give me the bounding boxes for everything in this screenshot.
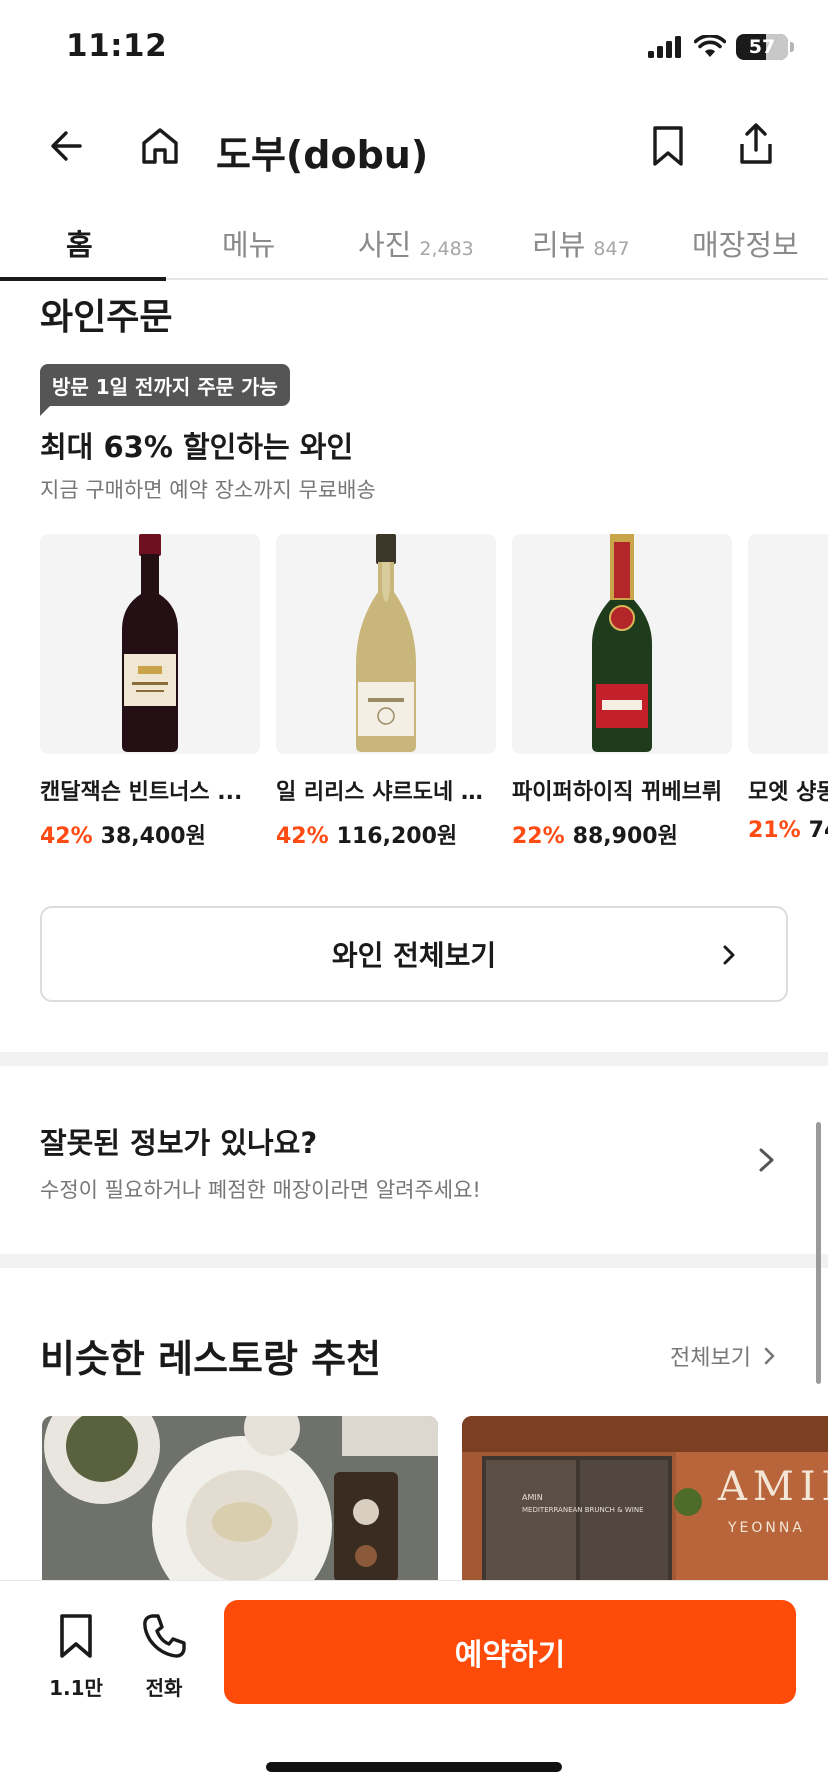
champagne-bottle-icon	[592, 534, 652, 752]
bookmark-icon	[60, 1614, 92, 1658]
wine-name: 모엣 샹동	[748, 780, 828, 805]
price: 116,200원	[336, 824, 458, 849]
bookmark-button[interactable]	[644, 122, 692, 170]
badge-tail	[40, 404, 52, 416]
page-title: 도부(dobu)	[216, 133, 429, 177]
save-count: 1.1만	[49, 1676, 103, 1700]
chevron-right-icon	[723, 945, 735, 965]
wine-headline: 최대 63% 할인하는 와인	[40, 430, 354, 464]
report-subtext: 수정이 필요하거나 폐점한 매장이라면 알려주세요!	[40, 1178, 481, 1202]
recommend-title: 비슷한 레스토랑 추천	[40, 1337, 382, 1381]
wine-card[interactable]: 일 리리스 샤르도네 2... 42% 116,200원	[276, 534, 496, 850]
wine-card[interactable]: 캔달잭슨 빈트너스 ... 42% 38,400원	[40, 534, 260, 850]
battery-level: 57	[748, 36, 776, 58]
wine-image	[40, 534, 260, 754]
chevron-right-icon	[759, 1148, 774, 1172]
tab-label: 메뉴	[222, 228, 276, 262]
food-plates-image	[42, 1416, 438, 1582]
wine-name: 일 리리스 샤르도네 2...	[276, 780, 496, 805]
sign-location-text: YEONNA	[727, 1520, 805, 1536]
discount-rate: 22%	[512, 824, 565, 849]
call-button[interactable]: 전화	[138, 1610, 190, 1701]
discount-rate: 42%	[40, 824, 93, 849]
order-deadline-badge: 방문 1일 전까지 주문 가능	[40, 364, 290, 406]
red-wine-bottle-icon	[122, 534, 178, 752]
tab-label: 홈	[66, 228, 93, 262]
see-all-wine-button[interactable]: 와인 전체보기	[40, 906, 788, 1002]
wine-card[interactable]: 모엣 샹동 21% 74,	[748, 534, 828, 843]
tab-count: 847	[593, 238, 630, 260]
wifi-icon	[694, 35, 726, 57]
tab-photos[interactable]: 사진 2,483	[358, 222, 474, 264]
bookmark-icon	[653, 126, 683, 166]
wine-price-row: 42% 38,400원	[40, 818, 260, 850]
report-title: 잘못된 정보가 있나요?	[40, 1126, 318, 1160]
wine-image	[512, 534, 732, 754]
battery-nub	[790, 42, 794, 52]
wine-image	[748, 534, 828, 754]
wine-price-row: 22% 88,900원	[512, 818, 732, 850]
section-divider	[0, 1254, 828, 1268]
tab-active-indicator	[0, 277, 166, 281]
home-icon	[142, 128, 178, 164]
sign-subtext: MEDITERRANEAN BRUNCH & WINE	[522, 1506, 644, 1514]
reserve-button[interactable]: 예약하기	[224, 1600, 796, 1704]
tab-label: 사진	[358, 228, 412, 262]
tab-count: 2,483	[419, 238, 474, 260]
see-all-label: 전체보기	[670, 1346, 751, 1371]
wine-subtext: 지금 구매하면 예약 장소까지 무료배송	[40, 478, 376, 502]
discount-rate: 42%	[276, 824, 329, 849]
status-icons: 57	[648, 34, 794, 60]
tab-menu[interactable]: 메뉴	[222, 222, 275, 264]
restaurant-card-image[interactable]	[42, 1416, 438, 1582]
wine-price-row: 21% 74,	[748, 818, 828, 843]
tab-store-info[interactable]: 매장정보	[692, 222, 799, 264]
white-wine-bottle-icon	[356, 534, 416, 752]
sign-large-text: AMIN	[717, 1464, 828, 1510]
section-divider	[0, 1052, 828, 1066]
tab-reviews[interactable]: 리뷰 847	[532, 222, 630, 264]
call-label: 전화	[145, 1676, 183, 1700]
battery-icon: 57	[736, 34, 788, 60]
recommend-see-all[interactable]: 전체보기	[670, 1340, 779, 1372]
chevron-right-icon	[764, 1347, 775, 1365]
wine-name: 캔달잭슨 빈트너스 ...	[40, 780, 243, 805]
back-button[interactable]	[46, 122, 94, 170]
scrollbar[interactable]	[816, 1122, 821, 1384]
share-button[interactable]	[732, 120, 780, 168]
arrow-left-icon	[51, 131, 82, 161]
see-all-wine-label: 와인 전체보기	[331, 939, 497, 972]
status-time: 11:12	[66, 28, 168, 64]
wine-section-title: 와인주문	[40, 297, 173, 338]
wine-card[interactable]: 파이퍼하이직 뀌베브뤼 22% 88,900원	[512, 534, 732, 850]
wine-name: 파이퍼하이직 뀌베브뤼	[512, 780, 723, 805]
price: 88,900원	[572, 824, 678, 849]
home-button[interactable]	[136, 122, 184, 170]
tab-label: 리뷰	[532, 228, 586, 262]
save-button[interactable]: 1.1만	[49, 1610, 103, 1701]
wine-image	[276, 534, 496, 754]
tab-home[interactable]: 홈	[66, 222, 93, 264]
phone-icon	[143, 1614, 186, 1658]
restaurant-storefront-image: AMIN MEDITERRANEAN BRUNCH & WINE AMIN YE…	[462, 1416, 828, 1582]
price: 74,	[808, 818, 828, 843]
sign-small-text: AMIN	[522, 1493, 543, 1502]
price: 38,400원	[100, 824, 206, 849]
discount-rate: 21%	[748, 818, 801, 843]
restaurant-card-image[interactable]: AMIN MEDITERRANEAN BRUNCH & WINE AMIN YE…	[462, 1416, 828, 1582]
tab-bar: 홈 메뉴 사진 2,483 리뷰 847 매장정보	[0, 208, 828, 281]
signal-icon	[648, 36, 681, 58]
share-icon	[740, 123, 772, 164]
tab-label: 매장정보	[692, 228, 799, 262]
home-indicator	[266, 1762, 562, 1772]
wine-price-row: 42% 116,200원	[276, 818, 496, 850]
